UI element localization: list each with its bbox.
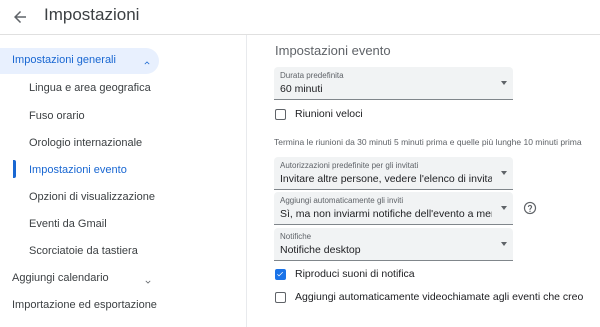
sidebar-item-view-options[interactable]: Opzioni di visualizzazione	[29, 191, 155, 203]
section-title: Impostazioni evento	[275, 43, 391, 58]
checkbox-label: Riproduci suoni di notifica	[295, 268, 415, 280]
sidebar-item-event-settings[interactable]: Impostazioni evento	[29, 164, 127, 176]
select-caption: Aggiungi automaticamente gli inviti	[280, 196, 404, 205]
page-title: Impostazioni	[44, 5, 140, 24]
auto-video-checkbox[interactable]	[275, 292, 286, 303]
dropdown-arrow-icon	[501, 206, 507, 210]
sidebar-item-keyboard-shortcuts[interactable]: Scorciatoie da tastiera	[29, 245, 138, 257]
sidebar-item-general-settings[interactable]: Impostazioni generali	[0, 48, 159, 74]
dropdown-arrow-icon	[501, 171, 507, 175]
select-value: 60 minuti	[280, 83, 323, 95]
help-icon[interactable]	[523, 201, 537, 220]
notifications-select[interactable]: Notifiche Notifiche desktop	[274, 228, 513, 261]
select-caption: Notifiche	[280, 232, 312, 241]
dropdown-arrow-icon	[501, 242, 507, 246]
app-header: Impostazioni	[0, 0, 600, 35]
active-indicator	[13, 160, 16, 178]
sidebar-item-label: Impostazioni generali	[12, 54, 116, 66]
sidebar-item-time-zone[interactable]: Fuso orario	[29, 110, 85, 122]
speedy-meetings-hint: Termina le riunioni da 30 minuti 5 minut…	[274, 137, 582, 147]
default-duration-select[interactable]: Durata predefinita 60 minuti	[274, 67, 513, 100]
select-caption: Durata predefinita	[280, 71, 344, 80]
speedy-meetings-checkbox[interactable]	[275, 109, 286, 120]
dropdown-arrow-icon	[501, 81, 507, 85]
checkbox-label: Riunioni veloci	[295, 108, 363, 120]
select-value: Notifiche desktop	[280, 244, 361, 256]
guest-permissions-select[interactable]: Autorizzazioni predefinite per gli invit…	[274, 157, 513, 190]
checkbox-label: Aggiungi automaticamente videochiamate a…	[295, 291, 584, 303]
auto-add-invites-select[interactable]: Aggiungi automaticamente gli inviti Sì, …	[274, 192, 513, 225]
sidebar-item-events-from-gmail[interactable]: Eventi da Gmail	[29, 218, 107, 230]
checkmark-icon	[277, 271, 283, 277]
chevron-down-icon[interactable]	[143, 274, 153, 292]
sidebar-item-language-region[interactable]: Lingua e area geografica	[29, 82, 151, 94]
divider	[246, 35, 247, 327]
sidebar-item-add-calendar[interactable]: Aggiungi calendario	[12, 272, 109, 284]
play-sounds-checkbox[interactable]	[275, 269, 286, 280]
select-value: Invitare altre persone, vedere l'elenco …	[280, 173, 492, 185]
select-caption: Autorizzazioni predefinite per gli invit…	[280, 161, 419, 170]
select-value: Sì, ma non inviarmi notifiche dell'event…	[280, 208, 492, 220]
chevron-up-icon	[142, 55, 152, 73]
sidebar-item-import-export[interactable]: Importazione ed esportazione	[12, 299, 157, 311]
back-arrow-icon[interactable]	[9, 6, 31, 28]
sidebar-item-world-clock[interactable]: Orologio internazionale	[29, 137, 142, 149]
